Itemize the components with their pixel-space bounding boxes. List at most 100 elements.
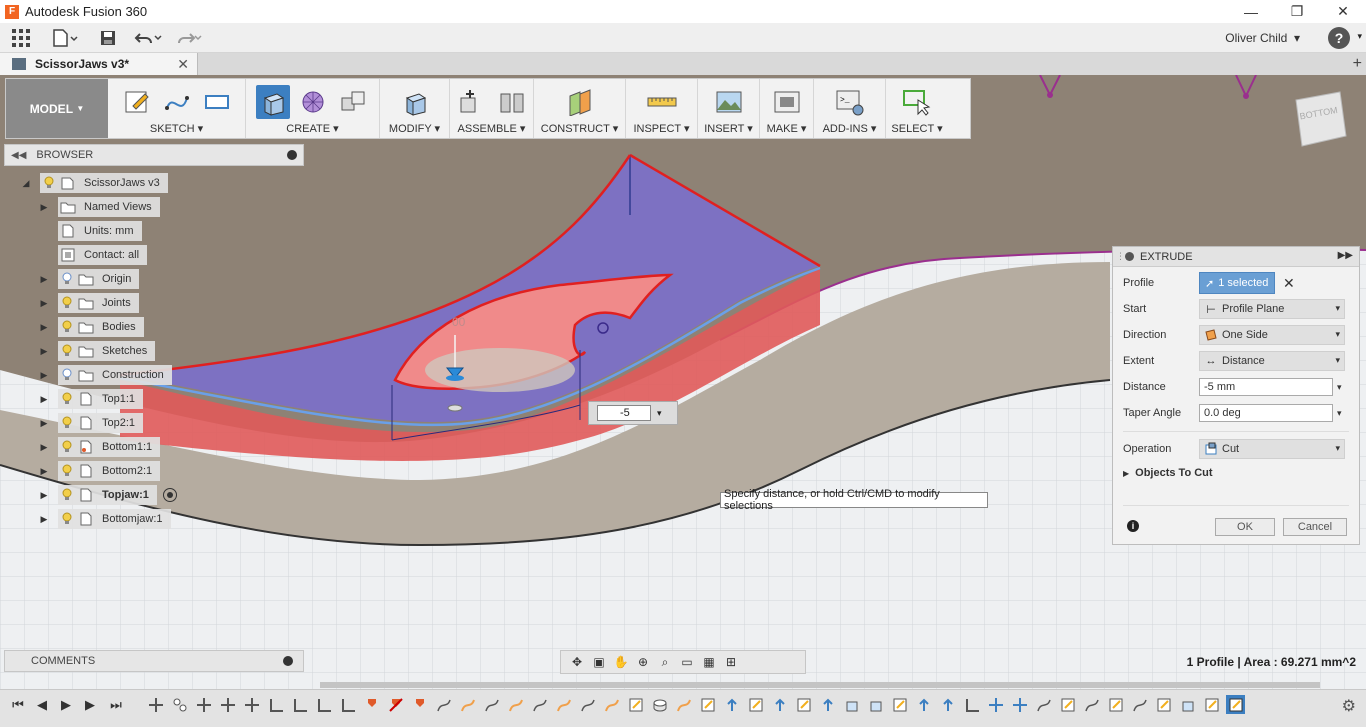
measure-icon[interactable] [645, 85, 679, 119]
press-pull-feature-icon[interactable] [938, 695, 957, 714]
ok-button[interactable]: OK [1215, 518, 1275, 536]
extrude-feature-icon[interactable] [458, 695, 477, 714]
move-feature-icon[interactable] [146, 695, 165, 714]
fit-icon[interactable]: ⌕ [655, 653, 675, 671]
sketch-feature-icon[interactable] [530, 695, 549, 714]
distance-entry-box[interactable]: -5 ▾ [588, 401, 678, 425]
browser-panel-header[interactable]: ◀◀ BROWSER [4, 144, 304, 166]
cancel-button[interactable]: Cancel [1283, 518, 1347, 536]
minimize-button[interactable]: — [1228, 0, 1274, 23]
construct-group[interactable]: CONSTRUCT ▾ [534, 79, 626, 138]
expand-triangle-icon[interactable]: ▶ [1123, 469, 1129, 478]
profile-selection-button[interactable]: ➚ 1 selected [1199, 272, 1275, 294]
workspace-switcher[interactable]: MODEL ▼ [6, 79, 108, 138]
objects-to-cut-section[interactable]: ▶ Objects To Cut [1123, 467, 1213, 479]
activate-radio-icon[interactable] [162, 488, 177, 502]
zoom-icon[interactable]: ⊕ [633, 653, 653, 671]
tree-row-bodies[interactable]: ▶ Bodies [36, 317, 144, 337]
extrude-feature-icon[interactable] [1034, 695, 1053, 714]
sketch-feature-icon[interactable] [1106, 695, 1125, 714]
select-icon[interactable] [900, 85, 934, 119]
extrude-feature-icon[interactable] [650, 695, 669, 714]
lightbulb-icon[interactable] [58, 464, 76, 478]
info-icon[interactable]: i [1127, 520, 1139, 532]
sketch-feature-icon[interactable] [482, 695, 501, 714]
scripts-icon[interactable]: >_ [833, 85, 867, 119]
tree-row-joints[interactable]: ▶ Joints [36, 293, 139, 313]
3d-print-icon[interactable] [770, 85, 804, 119]
pin-feature-icon[interactable] [362, 695, 381, 714]
collapsed-triangle-icon[interactable]: ▶ [36, 367, 52, 383]
drag-handle-icon[interactable]: ⋮ [1116, 251, 1125, 262]
collapsed-triangle-icon[interactable]: ▶ [36, 295, 52, 311]
collapsed-triangle-icon[interactable]: ▶ [36, 487, 52, 503]
press-pull-feature-icon[interactable] [818, 695, 837, 714]
inspect-group[interactable]: INSPECT ▾ [626, 79, 698, 138]
new-tab-icon[interactable]: + [1353, 55, 1362, 73]
move-feature-icon[interactable] [194, 695, 213, 714]
align-feature-icon[interactable] [962, 695, 981, 714]
clear-selection-icon[interactable]: ✕ [1283, 275, 1295, 292]
lightbulb-icon[interactable] [58, 344, 76, 358]
minimize-dialog-icon[interactable] [1125, 252, 1134, 261]
orbit-icon[interactable]: ✥ [567, 653, 587, 671]
insert-image-icon[interactable] [712, 85, 746, 119]
collapsed-triangle-icon[interactable]: ▶ [36, 511, 52, 527]
tree-row-bottomjaw[interactable]: ▶ Bottomjaw:1 [36, 509, 171, 529]
lightbulb-off-icon[interactable] [58, 368, 76, 382]
collapsed-triangle-icon[interactable]: ▶ [36, 439, 52, 455]
lightbulb-icon[interactable] [40, 176, 58, 190]
apps-grid-icon[interactable] [0, 23, 42, 53]
chevron-down-icon[interactable]: ▾ [1357, 31, 1362, 42]
spline-icon[interactable] [160, 85, 194, 119]
step-back-icon[interactable]: ◀ [32, 696, 52, 714]
tree-row-top1[interactable]: ▶ Top1:1 [36, 389, 144, 409]
step-forward-icon[interactable]: ▶ [80, 696, 100, 714]
sketch-feature-icon[interactable] [746, 695, 765, 714]
form-icon[interactable] [296, 85, 330, 119]
close-button[interactable]: ✕ [1320, 0, 1366, 23]
sketch-feature-icon[interactable] [698, 695, 717, 714]
file-menu-icon[interactable] [42, 23, 88, 53]
collapse-panel-icon[interactable]: ◀◀ [11, 150, 26, 161]
press-pull-feature-icon[interactable] [914, 695, 933, 714]
pan-icon[interactable]: ✋ [611, 653, 631, 671]
gear-icon[interactable]: ⚙ [1342, 696, 1356, 716]
extrude-feature-icon[interactable] [866, 695, 885, 714]
move-feature-icon[interactable] [986, 695, 1005, 714]
press-pull-feature-icon[interactable] [770, 695, 789, 714]
expand-dialog-icon[interactable]: ▶▶ [1338, 250, 1353, 261]
extrude-feature-icon[interactable] [674, 695, 693, 714]
extrude-feature-icon[interactable] [842, 695, 861, 714]
undo-icon[interactable] [128, 23, 168, 53]
grid-settings-icon[interactable]: ▦ [699, 653, 719, 671]
collapsed-triangle-icon[interactable]: ▶ [36, 271, 52, 287]
tree-row-named-views[interactable]: ▶ Named Views [36, 197, 160, 217]
lightbulb-icon[interactable] [58, 296, 76, 310]
collapsed-triangle-icon[interactable]: ▶ [36, 319, 52, 335]
create-sketch-icon[interactable] [120, 85, 154, 119]
addins-group[interactable]: >_ ADD-INS ▾ [814, 79, 886, 138]
move-feature-icon[interactable] [218, 695, 237, 714]
direction-dropdown[interactable]: One Side ▾ [1199, 325, 1345, 345]
play-icon[interactable]: ▶ [56, 696, 76, 714]
lightbulb-icon[interactable] [58, 416, 76, 430]
tree-row-topjaw[interactable]: ▶ Topjaw:1 [36, 485, 177, 505]
lightbulb-icon[interactable] [58, 512, 76, 526]
joint-icon[interactable] [495, 85, 529, 119]
taper-angle-input[interactable]: 0.0 deg [1199, 404, 1333, 422]
active-sketch-feature-icon[interactable] [1226, 695, 1245, 714]
tree-row-construction[interactable]: ▶ Construction [36, 365, 172, 385]
collapsed-triangle-icon[interactable]: ▶ [36, 415, 52, 431]
sketch-feature-icon[interactable] [578, 695, 597, 714]
sketch-feature-icon[interactable] [794, 695, 813, 714]
user-menu[interactable]: Oliver Child ▾ [1225, 23, 1300, 53]
display-settings-icon[interactable]: ▭ [677, 653, 697, 671]
tree-row-bottom2[interactable]: ▶ Bottom2:1 [36, 461, 161, 481]
rectangle-icon[interactable] [200, 85, 234, 119]
extrude-feature-icon[interactable] [602, 695, 621, 714]
insert-group[interactable]: INSERT ▾ [698, 79, 760, 138]
move-feature-icon[interactable] [242, 695, 261, 714]
distance-canvas-input[interactable]: -5 [597, 405, 651, 421]
comments-panel-header[interactable]: COMMENTS [4, 650, 304, 672]
